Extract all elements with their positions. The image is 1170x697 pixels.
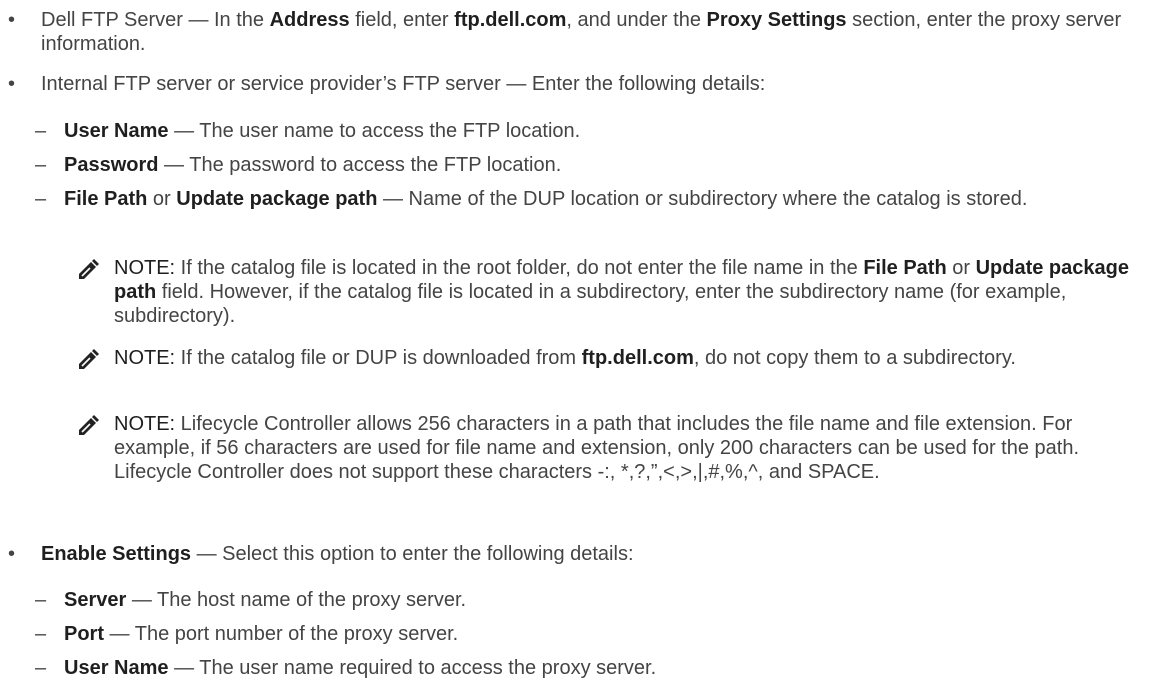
bullet-text: Internal FTP server or service provider’… [41,73,766,95]
bullet-enable-settings: • Enable Settings — Select this option t… [8,543,634,565]
sub-item-file-path: – File Path or Update package path — Nam… [35,188,1028,210]
pencil-note-icon [78,414,100,436]
bullet-text: Dell FTP Server — In the Address field, … [41,9,1122,55]
document-page: • Dell FTP Server — In the Address field… [0,0,1170,697]
dash-mark: – [35,120,47,142]
sub-item-user-name: – User Name — The user name to access th… [35,120,581,142]
bullet-dell-ftp-server: • Dell FTP Server — In the Address field… [8,8,1158,56]
pencil-note-icon [78,258,100,280]
dash-mark: – [35,154,47,176]
bullet-mark: • [8,9,16,31]
sub-item-port: – Port — The port number of the proxy se… [35,623,459,645]
pencil-note-icon [78,348,100,370]
sub-item-proxy-user-name: – User Name — The user name required to … [35,657,657,679]
bullet-mark: • [8,73,16,95]
note-root-folder: NOTE: If the catalog file is located in … [78,256,1138,328]
dash-mark: – [35,188,47,210]
bullet-mark: • [8,543,16,565]
dash-mark: – [35,623,47,645]
bullet-internal-ftp: • Internal FTP server or service provide… [8,72,1158,96]
dash-mark: – [35,589,47,611]
sub-item-password: – Password — The password to access the … [35,154,562,176]
note-lifecycle-controller: NOTE: Lifecycle Controller allows 256 ch… [78,412,1138,484]
sub-item-server: – Server — The host name of the proxy se… [35,589,467,611]
note-ftp-dell: NOTE: If the catalog file or DUP is down… [78,346,1138,370]
dash-mark: – [35,657,47,679]
